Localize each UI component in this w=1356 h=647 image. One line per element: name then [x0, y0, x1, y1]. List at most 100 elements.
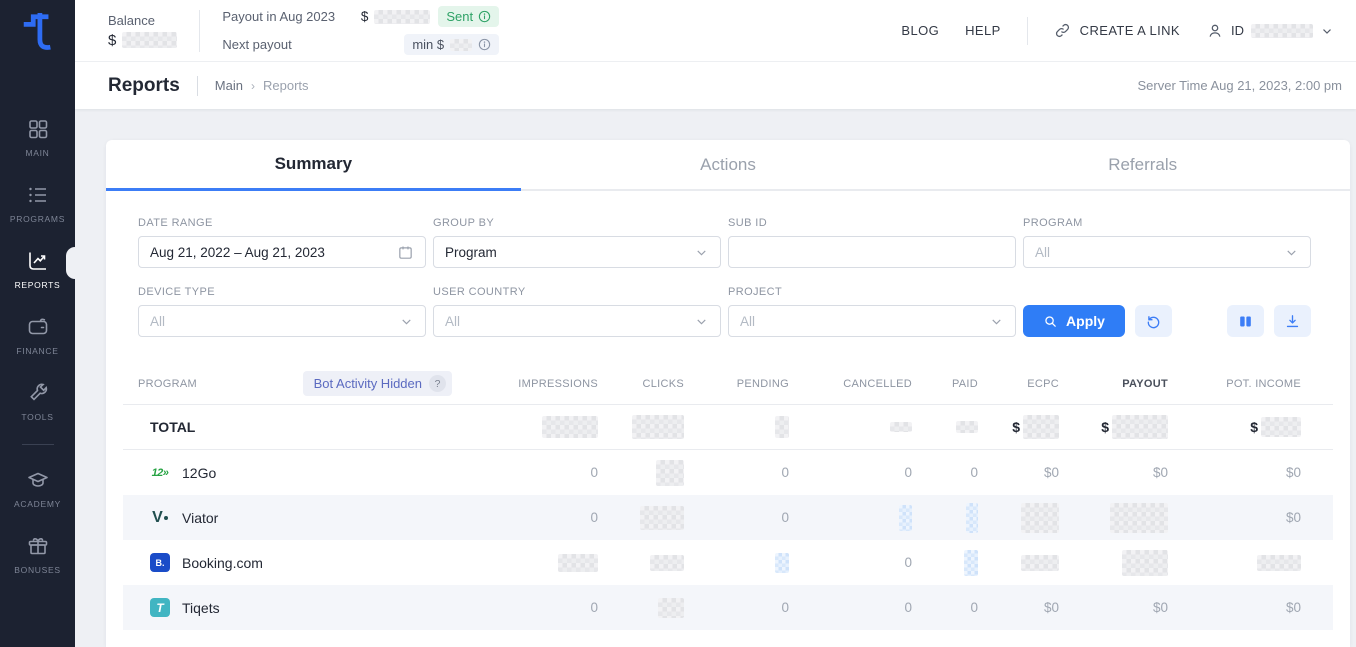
content-area: Summary Actions Referrals DATE RANGE Aug… — [75, 109, 1356, 647]
sent-label: Sent — [446, 9, 473, 24]
table-cell: 0 — [478, 510, 598, 525]
program-value: All — [1035, 245, 1050, 260]
breadcrumb-current: Reports — [263, 78, 309, 93]
column-header: CANCELLED — [789, 378, 912, 390]
table-cell — [598, 598, 684, 618]
date-range-field: DATE RANGE Aug 21, 2022 – Aug 21, 2023 — [138, 217, 426, 268]
redacted-value — [956, 421, 978, 433]
table-cell: 0 — [684, 600, 789, 615]
apply-label: Apply — [1066, 313, 1105, 329]
table-cell: $0 — [1168, 510, 1333, 525]
sidebar-item-academy[interactable]: ACADEMY — [0, 455, 75, 521]
program-name[interactable]: Booking.com — [182, 555, 263, 571]
redacted-balance — [122, 32, 177, 48]
bot-activity-label: Bot Activity Hidden — [314, 376, 422, 391]
link-icon — [1054, 22, 1071, 39]
device-type-label: DEVICE TYPE — [138, 286, 426, 298]
currency-symbol: $ — [1012, 419, 1020, 435]
table-cell: 0 — [789, 555, 912, 570]
redacted-min-amount — [450, 39, 472, 51]
payout-label: Payout in Aug 2023 — [222, 9, 335, 24]
search-icon — [1043, 314, 1058, 329]
table-cell — [978, 503, 1059, 533]
create-link-button[interactable]: CREATE A LINK — [1054, 22, 1180, 39]
sub-id-input[interactable] — [728, 236, 1016, 268]
user-country-field: USER COUNTRY All — [433, 286, 721, 337]
table-cell: 0 — [478, 465, 598, 480]
sidebar-item-programs[interactable]: PROGRAMS — [0, 170, 75, 236]
table-cell — [912, 503, 978, 533]
export-download-button[interactable] — [1274, 305, 1311, 337]
sidebar-item-bonuses[interactable]: BONUSES — [0, 521, 75, 587]
bot-activity-pill[interactable]: Bot Activity Hidden ? — [303, 371, 452, 396]
sidebar-item-reports[interactable]: REPORTS — [0, 236, 75, 302]
filters: DATE RANGE Aug 21, 2022 – Aug 21, 2023 G… — [106, 191, 1350, 359]
12go-logo-icon: 12» — [150, 467, 170, 479]
blog-link[interactable]: BLOG — [901, 23, 939, 38]
device-type-select[interactable]: All — [138, 305, 426, 337]
travelpayouts-logo[interactable] — [0, 0, 75, 62]
page-title: Reports — [108, 75, 180, 97]
breadcrumb-main[interactable]: Main — [215, 78, 243, 93]
user-country-select[interactable]: All — [433, 305, 721, 337]
sidebar-item-main[interactable]: MAIN — [0, 104, 75, 170]
sidebar-item-tools[interactable]: TOOLS — [0, 368, 75, 434]
chevron-down-icon — [1320, 24, 1334, 38]
column-header: PENDING — [684, 378, 789, 390]
reset-filters-button[interactable] — [1135, 305, 1172, 337]
next-payout-min-badge[interactable]: min $ — [404, 34, 499, 55]
sidebar-nav: MAIN PROGRAMS REPORTS FINANCE TOOLS — [0, 104, 75, 587]
tab-referrals[interactable]: Referrals — [935, 140, 1350, 191]
table-cell: $0 — [1168, 465, 1333, 480]
help-icon[interactable]: ? — [429, 375, 446, 392]
program-select[interactable]: All — [1023, 236, 1311, 268]
table-cell — [478, 416, 598, 438]
tab-actions[interactable]: Actions — [521, 140, 936, 191]
user-country-value: All — [445, 314, 460, 329]
table-cell: $0 — [1168, 600, 1333, 615]
date-range-input[interactable]: Aug 21, 2022 – Aug 21, 2023 — [138, 236, 426, 268]
program-name[interactable]: Tiqets — [182, 600, 220, 616]
apply-button[interactable]: Apply — [1023, 305, 1125, 337]
redacted-value — [658, 598, 684, 618]
table-cell — [598, 415, 684, 439]
device-type-value: All — [150, 314, 165, 329]
report-tabs: Summary Actions Referrals — [106, 140, 1350, 191]
active-item-notch — [66, 247, 75, 279]
sent-status-badge[interactable]: Sent — [438, 6, 499, 27]
table-cell — [598, 555, 684, 571]
redacted-value — [542, 416, 598, 438]
redacted-value — [632, 415, 684, 439]
chevron-down-icon — [694, 314, 709, 329]
table-cell: $0 — [1059, 465, 1168, 480]
sidebar-item-label: TOOLS — [21, 412, 53, 422]
group-by-select[interactable]: Program — [433, 236, 721, 268]
topbar-divider — [199, 10, 200, 52]
program-name[interactable]: 12Go — [182, 465, 216, 481]
program-field: PROGRAM All — [1023, 217, 1311, 268]
user-menu[interactable]: ID — [1206, 22, 1334, 40]
tab-summary[interactable]: Summary — [106, 140, 521, 191]
program-column-header: PROGRAM — [138, 378, 197, 390]
table-cell — [684, 553, 789, 573]
sidebar-item-finance[interactable]: FINANCE — [0, 302, 75, 368]
project-select[interactable]: All — [728, 305, 1016, 337]
info-icon — [478, 10, 491, 23]
next-payout-label: Next payout — [222, 37, 335, 52]
table-row: B.Booking.com0 — [123, 540, 1333, 585]
table-cell — [598, 506, 684, 530]
redacted-payout — [374, 10, 430, 24]
chevron-down-icon — [694, 245, 709, 260]
program-name[interactable]: Viator — [182, 510, 218, 526]
redacted-value — [775, 553, 789, 573]
column-header: IMPRESSIONS — [478, 378, 598, 390]
table-cell: 0 — [789, 600, 912, 615]
table-row: TTiqets0000$0$0$0 — [123, 585, 1333, 630]
table-cell — [478, 554, 598, 572]
redacted-value — [1112, 415, 1168, 439]
column-header: ECPC — [978, 378, 1059, 390]
gift-icon — [26, 534, 50, 558]
help-link[interactable]: HELP — [965, 23, 1001, 38]
redacted-value — [1021, 503, 1059, 533]
columns-settings-button[interactable] — [1227, 305, 1264, 337]
